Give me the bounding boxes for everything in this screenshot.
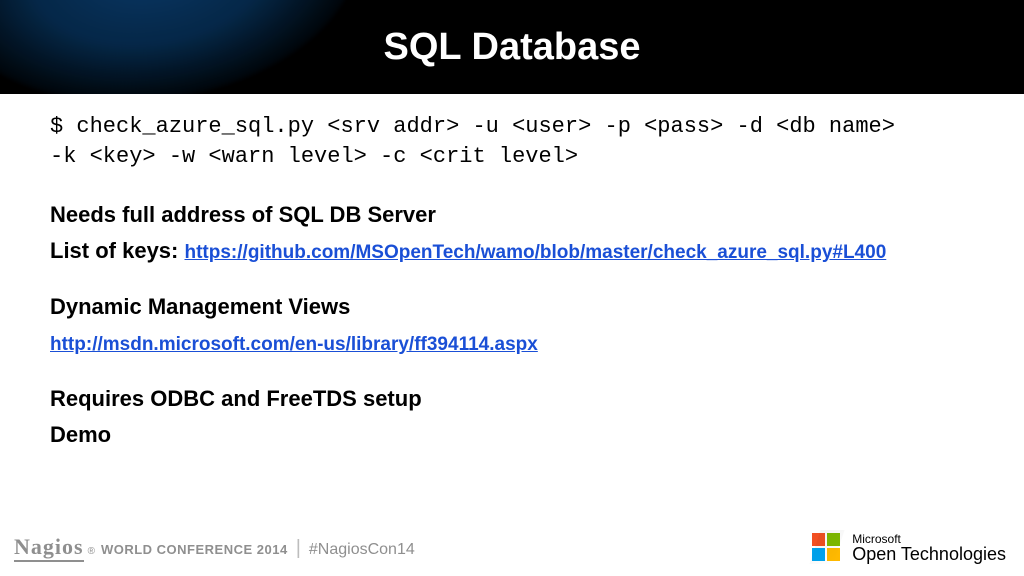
dmv-link-line: http://msdn.microsoft.com/en-us/library/… <box>50 327 974 359</box>
footer-right: Microsoft Open Technologies <box>812 533 1006 563</box>
conference-text: WORLD CONFERENCE 2014 <box>101 542 288 557</box>
dmv-block: Dynamic Management Views http://msdn.mic… <box>50 291 974 359</box>
microsoft-logo-icon <box>812 533 842 563</box>
reqs-block: Requires ODBC and FreeTDS setup Demo <box>50 383 974 451</box>
microsoft-text: Microsoft Open Technologies <box>852 533 1006 563</box>
keys-link[interactable]: https://github.com/MSOpenTech/wamo/blob/… <box>185 242 887 263</box>
needs-text: Needs full address of SQL DB Server <box>50 199 974 231</box>
footer: Nagios ® WORLD CONFERENCE 2014 | #Nagios… <box>0 526 1024 576</box>
footer-left: Nagios ® WORLD CONFERENCE 2014 | #Nagios… <box>14 534 415 562</box>
ms-bot: Open Technologies <box>852 545 1006 563</box>
content: $ check_azure_sql.py <srv addr> -u <user… <box>0 94 1024 451</box>
demo-text: Demo <box>50 419 974 451</box>
slide-title: SQL Database <box>384 26 641 69</box>
header-decoration <box>0 0 376 94</box>
dmv-title: Dynamic Management Views <box>50 291 974 323</box>
registered-mark: ® <box>88 546 95 557</box>
nagios-logo-text: Nagios <box>14 534 84 562</box>
hashtag: #NagiosCon14 <box>309 541 415 559</box>
keys-line: List of keys: https://github.com/MSOpenT… <box>50 235 974 267</box>
odbc-text: Requires ODBC and FreeTDS setup <box>50 383 974 415</box>
keys-label: List of keys: <box>50 238 178 263</box>
dmv-link[interactable]: http://msdn.microsoft.com/en-us/library/… <box>50 334 538 355</box>
needs-block: Needs full address of SQL DB Server List… <box>50 199 974 267</box>
separator: | <box>296 537 301 560</box>
header: SQL Database <box>0 0 1024 94</box>
slide: SQL Database $ check_azure_sql.py <srv a… <box>0 0 1024 576</box>
command-line: $ check_azure_sql.py <srv addr> -u <user… <box>50 112 974 171</box>
